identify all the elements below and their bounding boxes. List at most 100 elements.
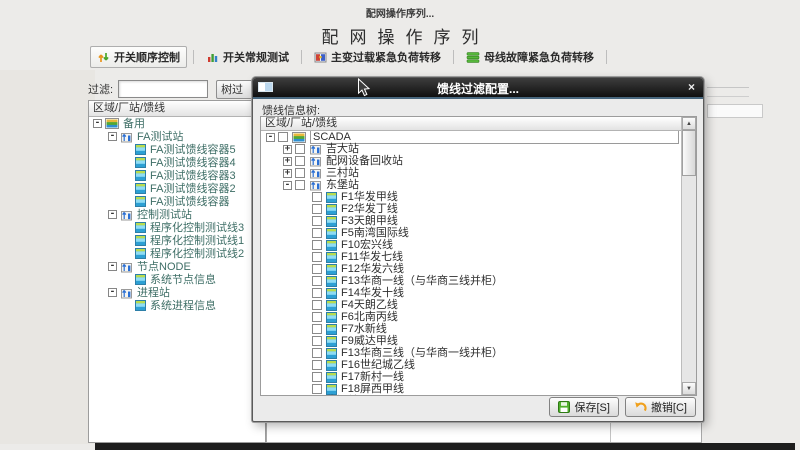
close-icon[interactable]: × <box>688 80 695 94</box>
tree-checkbox[interactable] <box>312 312 322 322</box>
tab-switch-sequence-control[interactable]: 开关顺序控制 <box>90 46 187 68</box>
undo-button[interactable]: 撤销[C] <box>625 397 696 417</box>
tree-row[interactable]: F10宏兴线 <box>261 239 681 251</box>
tree-label: 程序化控制测试线1 <box>150 235 244 247</box>
tab-bus-fault-transfer[interactable]: 母线故障紧急负荷转移 <box>460 47 600 67</box>
scroll-up-icon[interactable]: ▲ <box>682 117 696 130</box>
tree-row[interactable]: F17新村一线 <box>261 371 681 383</box>
tab-switch-routine-test[interactable]: 开关常规测试 <box>200 47 295 67</box>
tree-row[interactable]: F11华发七线 <box>261 251 681 263</box>
tree-row[interactable]: FA测试馈线容器2 <box>89 182 265 195</box>
tree-checkbox[interactable] <box>312 324 322 334</box>
expander-minus-icon[interactable]: - <box>108 210 117 219</box>
tree-label: 东堡站 <box>326 179 359 191</box>
tree-label: 三村站 <box>326 167 359 179</box>
tree-row[interactable]: F7水新线 <box>261 323 681 335</box>
expander-minus-icon[interactable]: - <box>93 119 102 128</box>
feeder-icon <box>326 288 337 299</box>
tree-row[interactable]: F16世纪城乙线 <box>261 359 681 371</box>
tree-row[interactable]: FA测试馈线容器 <box>89 195 265 208</box>
tree-label: FA测试馈线容器4 <box>150 157 236 169</box>
tree-row[interactable]: 程序化控制测试线1 <box>89 234 265 247</box>
expander-minus-icon[interactable]: - <box>283 181 292 190</box>
tree-checkbox[interactable] <box>312 372 322 382</box>
tree-row[interactable]: F18屏西甲线 <box>261 383 681 395</box>
tree-checkbox[interactable] <box>295 156 305 166</box>
tree-checkbox[interactable] <box>312 264 322 274</box>
tree-row[interactable]: F13华商三线（与华商一线并柜） <box>261 347 681 359</box>
tree-row[interactable]: F2华发丁线 <box>261 203 681 215</box>
tree-checkbox[interactable] <box>312 252 322 262</box>
tree-row[interactable]: + 三村站 <box>261 167 681 179</box>
feeder-icon <box>326 360 337 371</box>
tab-transformer-overload-transfer[interactable]: 主变过载紧急负荷转移 <box>308 47 447 67</box>
tree-checkbox[interactable] <box>312 384 322 394</box>
tree-row[interactable]: F6北南丙线 <box>261 311 681 323</box>
expander-minus-icon[interactable]: - <box>108 262 117 271</box>
tree-checkbox[interactable] <box>312 216 322 226</box>
tree-checkbox[interactable] <box>278 132 288 142</box>
tree-row[interactable]: 程序化控制测试线2 <box>89 247 265 260</box>
tree-row[interactable]: F9威达甲线 <box>261 335 681 347</box>
dialog-titlebar[interactable]: 馈线过滤配置... × <box>253 78 703 99</box>
tree-checkbox[interactable] <box>312 204 322 214</box>
toolbar-separator <box>193 50 194 64</box>
tree-row[interactable]: - 控制测试站 <box>89 208 265 221</box>
tree-row[interactable]: +吉大站 <box>261 143 681 155</box>
feeder-icon <box>135 248 146 259</box>
tree-row[interactable]: F5南湾国际线 <box>261 227 681 239</box>
tree-checkbox[interactable] <box>312 288 322 298</box>
tree-row[interactable]: F4天朗乙线 <box>261 299 681 311</box>
tree-label: F3天朗甲线 <box>341 215 398 227</box>
tree-checkbox[interactable] <box>312 348 322 358</box>
scrollbar[interactable]: ▲ ▼ <box>681 117 696 395</box>
tree-checkbox[interactable] <box>312 240 322 250</box>
scrollbar-thumb[interactable] <box>682 130 696 176</box>
tree-row[interactable]: F14华发十线 <box>261 287 681 299</box>
tree-row[interactable]: FA测试馈线容器3 <box>89 169 265 182</box>
tree-row[interactable]: -进程站 <box>89 286 265 299</box>
tree-label: F18屏西甲线 <box>341 383 404 395</box>
expander-minus-icon[interactable]: - <box>108 288 117 297</box>
feeder-icon <box>326 276 337 287</box>
tree-checkbox[interactable] <box>295 180 305 190</box>
tree-row[interactable]: 系统进程信息 <box>89 299 265 312</box>
expander-minus-icon[interactable]: - <box>108 132 117 141</box>
expander-plus-icon[interactable]: + <box>283 169 292 178</box>
tree-checkbox[interactable] <box>312 192 322 202</box>
tree-row[interactable]: -备用 <box>89 117 265 130</box>
save-button[interactable]: 保存[S] <box>549 397 618 417</box>
tree-checkbox[interactable] <box>312 228 322 238</box>
tree-row[interactable]: FA测试馈线容器4 <box>89 156 265 169</box>
tree-checkbox[interactable] <box>295 168 305 178</box>
tree-row[interactable]: F13华商一线（与华商三线并柜） <box>261 275 681 287</box>
tab-label: 主变过载紧急负荷转移 <box>331 49 441 65</box>
tree-row[interactable]: 系统节点信息 <box>89 273 265 286</box>
layers-icon <box>105 118 119 129</box>
tree-checkbox[interactable] <box>295 144 305 154</box>
toolbar-separator <box>453 50 454 64</box>
expander-plus-icon[interactable]: + <box>283 157 292 166</box>
scroll-down-icon[interactable]: ▼ <box>682 382 696 395</box>
tree-row[interactable]: -SCADA <box>261 131 681 143</box>
tree-row[interactable]: FA测试馈线容器5 <box>89 143 265 156</box>
tree-row[interactable]: F3天朗甲线 <box>261 215 681 227</box>
filter-input[interactable] <box>118 80 208 98</box>
tree-checkbox[interactable] <box>312 336 322 346</box>
expander-minus-icon[interactable]: - <box>266 133 275 142</box>
feeder-icon <box>326 336 337 347</box>
tree-row[interactable]: -FA测试站 <box>89 130 265 143</box>
tree-label: 控制测试站 <box>137 209 192 221</box>
tree-row[interactable]: F1华发甲线 <box>261 191 681 203</box>
tree-row[interactable]: 程序化控制测试线3 <box>89 221 265 234</box>
background-line <box>707 87 749 88</box>
tree-checkbox[interactable] <box>312 360 322 370</box>
tree-row[interactable]: F12华发六线 <box>261 263 681 275</box>
tree-checkbox[interactable] <box>312 276 322 286</box>
expander-plus-icon[interactable]: + <box>283 145 292 154</box>
window-title: 配网操作序列... <box>0 5 800 20</box>
tree-row[interactable]: - 东堡站 <box>261 179 681 191</box>
tree-row[interactable]: +配网设备回收站 <box>261 155 681 167</box>
tree-checkbox[interactable] <box>312 300 322 310</box>
tree-row[interactable]: -节点NODE <box>89 260 265 273</box>
